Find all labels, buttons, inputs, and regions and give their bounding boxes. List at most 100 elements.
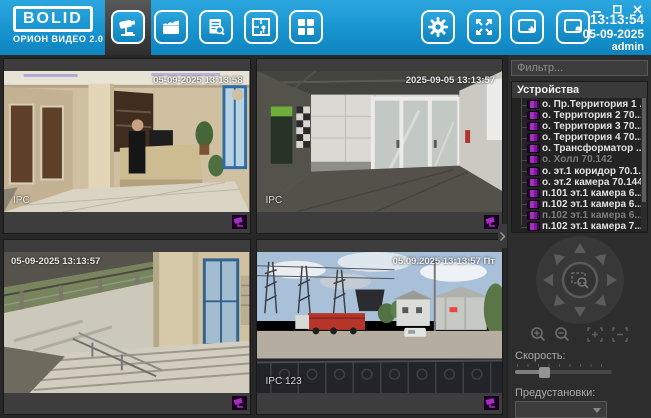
expand-arrows-icon xyxy=(473,16,495,38)
tile-footer xyxy=(4,212,250,233)
tab-floor-plan[interactable] xyxy=(244,10,278,44)
camera-device-icon xyxy=(528,212,539,219)
session-info: 13:13:54 05-09-2025 admin xyxy=(583,13,644,54)
preset-controls: Предустановки: xyxy=(511,380,648,399)
document-search-icon xyxy=(205,16,227,38)
camera-status-icon[interactable] xyxy=(232,215,247,229)
tree-item-camera[interactable]: о. эт.2 камера 70.144 xyxy=(512,177,647,188)
camera-view-2[interactable]: 2025-09-05 13:13:57 IPC xyxy=(257,71,503,212)
chevron-down-icon xyxy=(593,408,601,413)
clock-date: 05-09-2025 xyxy=(583,27,644,41)
ptz-area-zoom-button[interactable] xyxy=(563,263,597,297)
tree-item-list: о. Пр.Территория 1 ... о. Территория 2 7… xyxy=(512,98,647,232)
tree-item-camera[interactable]: п.102 эт.1 камера 6... xyxy=(512,199,647,210)
top-toolbar: BOLID ОРИОН ВИДЕО 2.0 xyxy=(0,0,651,55)
camera-scene-entrance xyxy=(4,252,250,393)
camera-view-4[interactable]: 05.09.2025 13:13:57 Пт IPC 123 xyxy=(257,252,503,393)
camera-status-icon[interactable] xyxy=(232,396,247,410)
tile-header xyxy=(4,59,250,71)
zoom-out-button[interactable] xyxy=(554,326,571,343)
speed-slider[interactable] xyxy=(515,364,612,380)
tree-item-camera[interactable]: п.102 эт.1 камера 7... xyxy=(512,221,647,232)
ptz-zoom-focus-row xyxy=(530,326,629,343)
clock-time: 13:13:54 xyxy=(583,13,644,27)
camera-name-overlay: IPC xyxy=(266,195,283,206)
device-sidebar: Устройства о. Пр.Территория 1 ... о. Тер… xyxy=(508,55,651,418)
camera-scene-reception xyxy=(4,71,250,212)
camera-view-1[interactable]: 05-09-2025 13:13:58 IPC xyxy=(4,71,250,212)
presets-label: Предустановки: xyxy=(515,387,644,399)
tile-footer xyxy=(257,393,503,414)
fullscreen-button[interactable] xyxy=(467,10,501,44)
floor-plan-icon xyxy=(250,16,272,38)
ptz-controls: Скорость: xyxy=(511,343,648,362)
tree-item-camera[interactable]: п.101 эт.1 камера 6... xyxy=(512,188,647,199)
grid-layout-icon xyxy=(295,16,317,38)
tree-item-camera[interactable]: о. Холл 70.142 xyxy=(512,154,647,165)
tab-view-layouts[interactable] xyxy=(289,10,323,44)
app-title: ОРИОН ВИДЕО 2.0 xyxy=(13,34,103,44)
cctv-camera-icon xyxy=(117,16,139,38)
focus-far-button[interactable] xyxy=(611,326,629,343)
tab-log-search[interactable] xyxy=(199,10,233,44)
tree-item-camera[interactable]: о. Трансформатор ... xyxy=(512,143,647,154)
camera-status-icon[interactable] xyxy=(484,396,499,410)
ptz-pad[interactable] xyxy=(536,236,624,324)
app-logo: BOLID ОРИОН ВИДЕО 2.0 xyxy=(13,6,103,44)
camera-device-icon xyxy=(528,201,539,208)
camera-tile-2: 2025-09-05 13:13:57 IPC xyxy=(256,58,504,234)
timestamp-overlay: 05-09-2025 13:13:57 xyxy=(11,256,100,267)
tile-header xyxy=(257,240,503,252)
camera-device-icon xyxy=(528,179,539,186)
scrollbar-thumb[interactable] xyxy=(642,98,646,202)
bolid-logo: BOLID xyxy=(13,6,93,32)
camera-device-icon xyxy=(528,101,539,108)
tree-item-camera[interactable]: о. Территория 2 70.... xyxy=(512,110,647,121)
tab-live-view[interactable] xyxy=(111,10,145,44)
logged-user: admin xyxy=(583,41,644,54)
tile-header xyxy=(257,59,503,71)
focus-near-button[interactable] xyxy=(586,326,604,343)
tree-scrollbar[interactable] xyxy=(641,98,647,231)
speed-label: Скорость: xyxy=(515,350,644,362)
tree-item-camera[interactable]: п.102 эт.1 камера 6... xyxy=(512,210,647,221)
tree-root-devices[interactable]: Устройства xyxy=(512,82,647,98)
timestamp-overlay: 05-09-2025 13:13:58 xyxy=(153,75,242,86)
filter-input[interactable] xyxy=(511,60,648,76)
tree-item-camera[interactable]: о. эт.1 коридор 70.1... xyxy=(512,166,647,177)
camera-scene-hall xyxy=(257,71,503,212)
camera-device-icon xyxy=(528,123,539,130)
zoom-in-button[interactable] xyxy=(530,326,547,343)
tab-video-archive[interactable] xyxy=(154,10,188,44)
tile-footer xyxy=(4,393,250,414)
slider-ticks xyxy=(517,364,610,367)
tree-item-camera[interactable]: о. Территория 3 70.... xyxy=(512,121,647,132)
camera-view-3[interactable]: 05-09-2025 13:13:57 xyxy=(4,252,250,393)
camera-device-icon xyxy=(528,134,539,141)
camera-device-icon xyxy=(528,156,539,163)
sidebar-collapse-handle[interactable] xyxy=(498,224,507,248)
camera-name-overlay: IPC 123 xyxy=(266,376,302,387)
tree-item-camera[interactable]: о. Территория 4 70.... xyxy=(512,132,647,143)
tile-footer xyxy=(257,212,503,233)
gear-icon xyxy=(427,16,449,38)
slider-thumb[interactable] xyxy=(539,367,550,378)
camera-device-icon xyxy=(528,112,539,119)
camera-scene-substation xyxy=(257,252,503,393)
clapperboard-icon xyxy=(160,16,182,38)
camera-tile-3: 05-09-2025 13:13:57 xyxy=(3,239,251,415)
camera-device-icon xyxy=(528,223,539,230)
camera-tile-1: 05-09-2025 13:13:58 IPC xyxy=(3,58,251,234)
camera-tile-4: 05.09.2025 13:13:57 Пт IPC 123 xyxy=(256,239,504,415)
preset-dropdown[interactable] xyxy=(515,401,607,418)
add-monitor-button[interactable] xyxy=(510,10,544,44)
camera-status-icon[interactable] xyxy=(484,215,499,229)
settings-button[interactable] xyxy=(421,10,455,44)
camera-device-icon xyxy=(528,145,539,152)
camera-device-icon xyxy=(528,168,539,175)
camera-grid: 05-09-2025 13:13:58 IPC xyxy=(0,55,506,418)
camera-name-overlay: IPC xyxy=(13,195,30,206)
device-tree: Устройства о. Пр.Территория 1 ... о. Тер… xyxy=(511,81,648,233)
tree-item-camera[interactable]: о. Пр.Территория 1 ... xyxy=(512,99,647,110)
monitor-bell-icon xyxy=(562,16,584,38)
